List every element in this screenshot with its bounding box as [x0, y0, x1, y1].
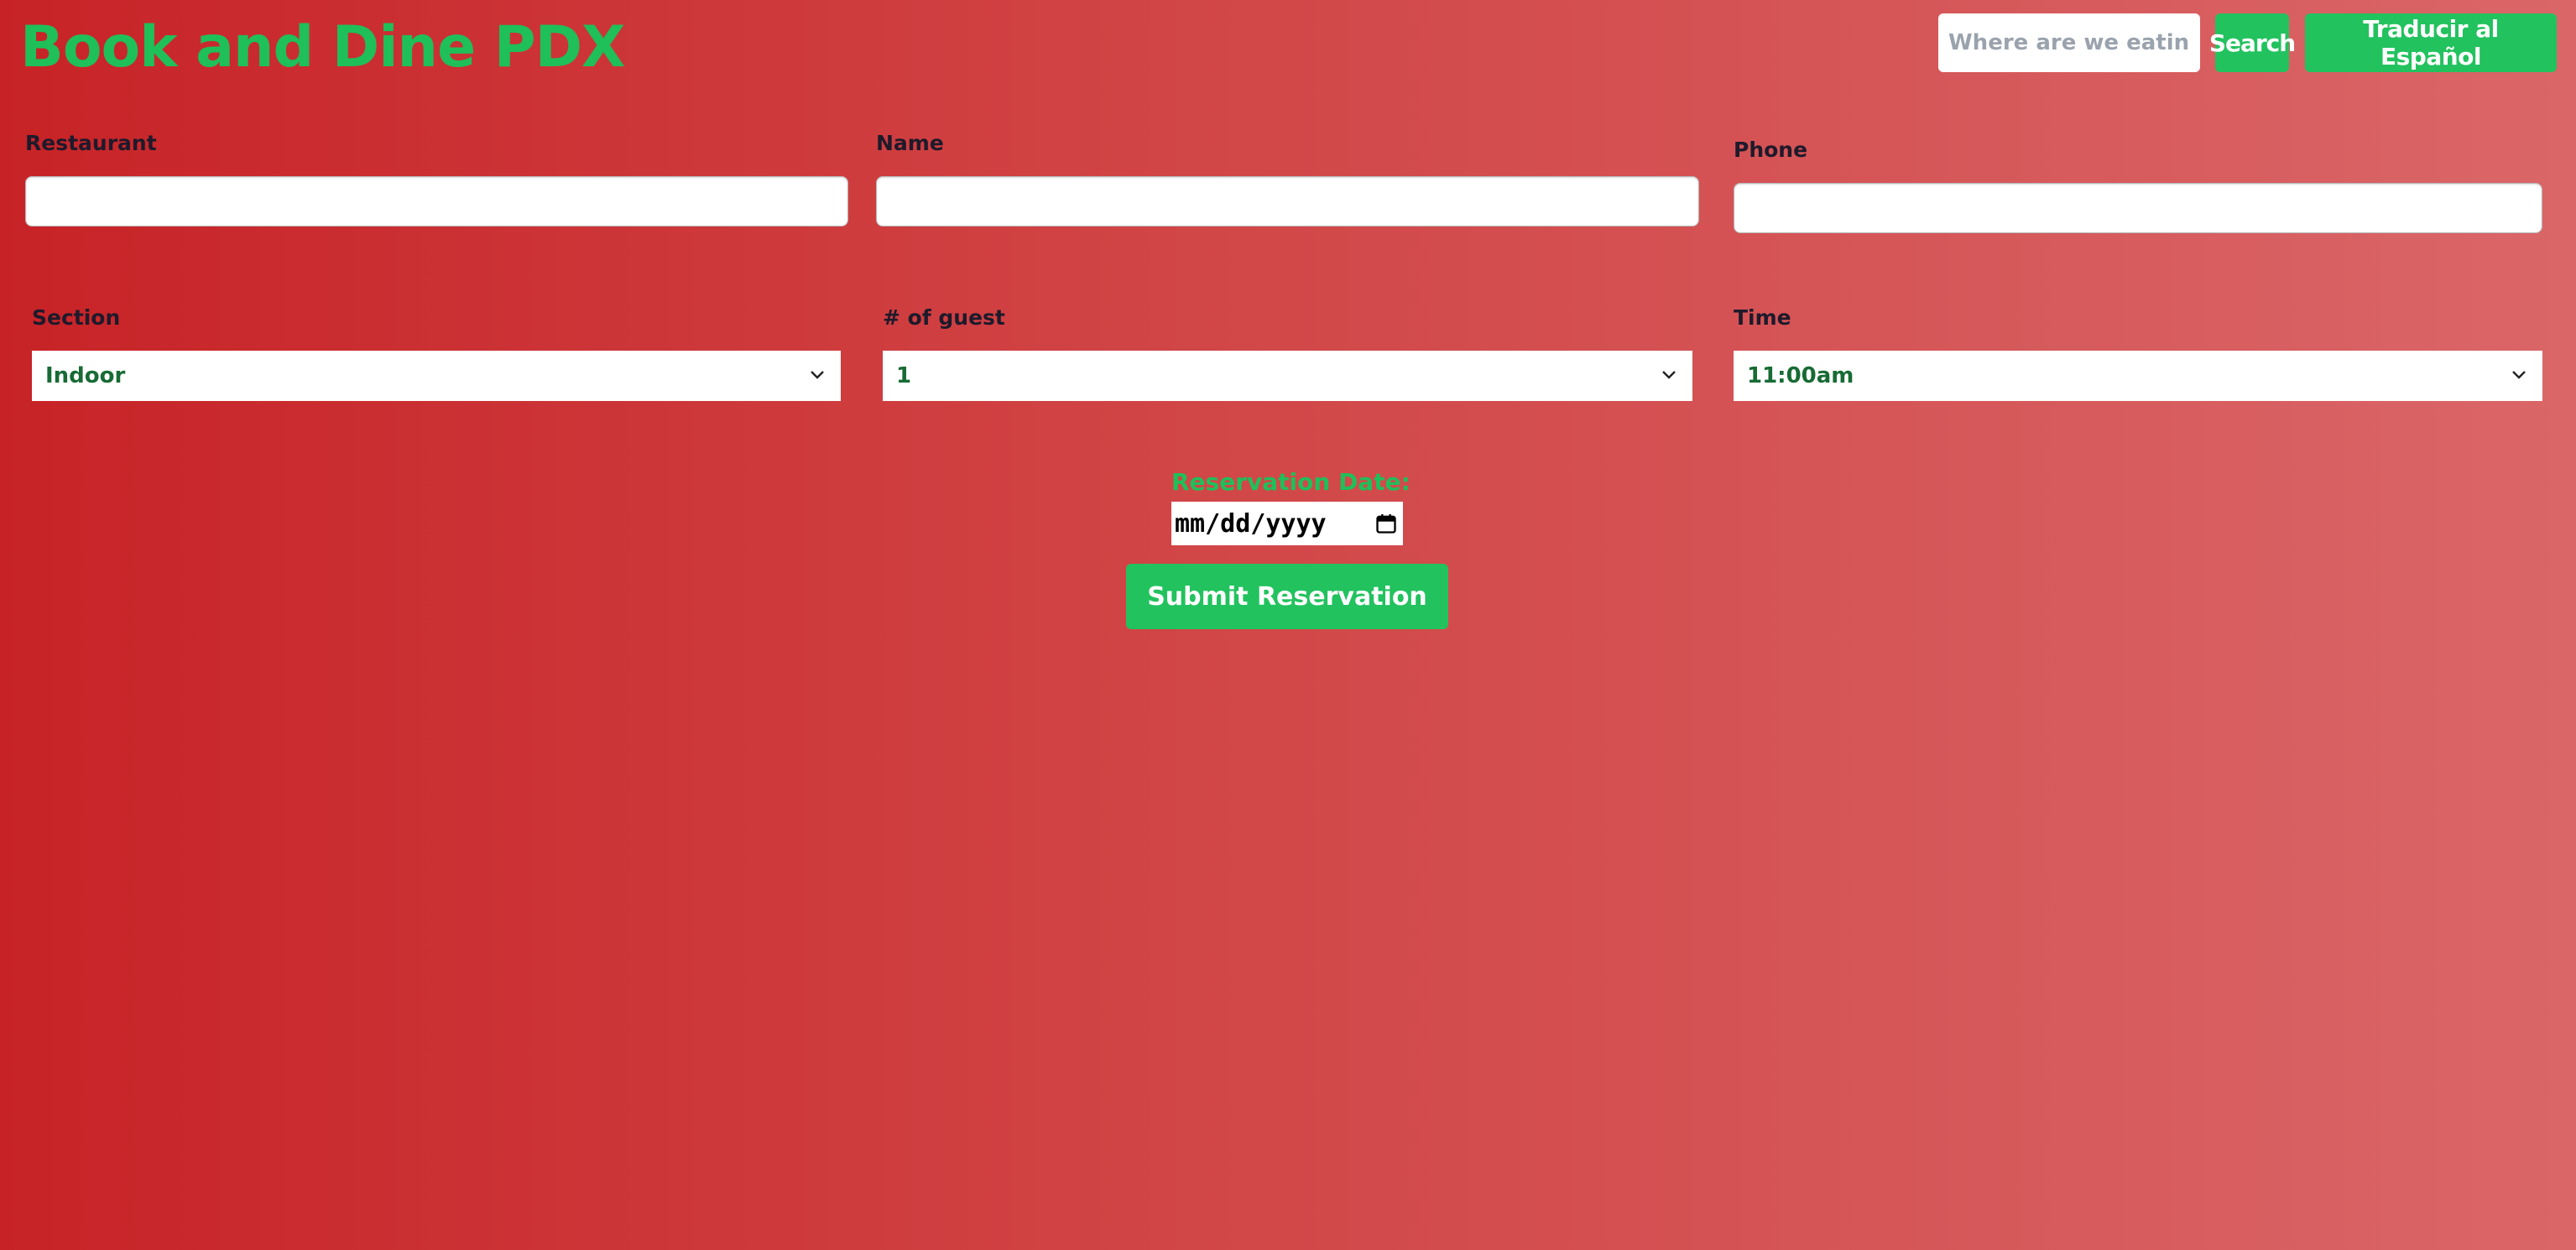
- name-field[interactable]: [876, 176, 1699, 227]
- guests-select[interactable]: 1: [883, 351, 1692, 401]
- guests-selected-value: 1: [896, 363, 912, 388]
- time-label: Time: [1734, 305, 1791, 330]
- phone-label: Phone: [1734, 138, 1808, 162]
- time-selected-value: 11:00am: [1747, 363, 1854, 388]
- calendar-icon[interactable]: [1374, 512, 1398, 535]
- chevron-down-icon: [1662, 371, 1676, 379]
- time-select[interactable]: 11:00am: [1734, 351, 2542, 401]
- phone-field[interactable]: [1734, 183, 2542, 233]
- section-label: Section: [32, 305, 121, 330]
- chevron-down-icon: [2512, 371, 2526, 379]
- restaurant-field[interactable]: [25, 176, 848, 227]
- chevron-down-icon: [811, 371, 824, 379]
- reservation-date-label: Reservation Date:: [1171, 468, 1411, 496]
- section-select[interactable]: Indoor: [32, 351, 841, 401]
- restaurant-label: Restaurant: [25, 131, 157, 155]
- search-input[interactable]: [1938, 13, 2200, 72]
- reservation-date-input[interactable]: mm/dd/yyyy: [1171, 502, 1403, 545]
- section-selected-value: Indoor: [45, 363, 126, 388]
- translate-button[interactable]: Traducir al Español: [2305, 13, 2557, 72]
- date-placeholder: mm/dd/yyyy: [1175, 508, 1327, 539]
- search-button[interactable]: Search: [2209, 13, 2296, 72]
- name-label: Name: [876, 131, 944, 155]
- submit-reservation-button[interactable]: Submit Reservation: [1126, 564, 1448, 629]
- site-title: Book and Dine PDX: [20, 14, 625, 81]
- guests-label: # of guest: [883, 305, 1005, 330]
